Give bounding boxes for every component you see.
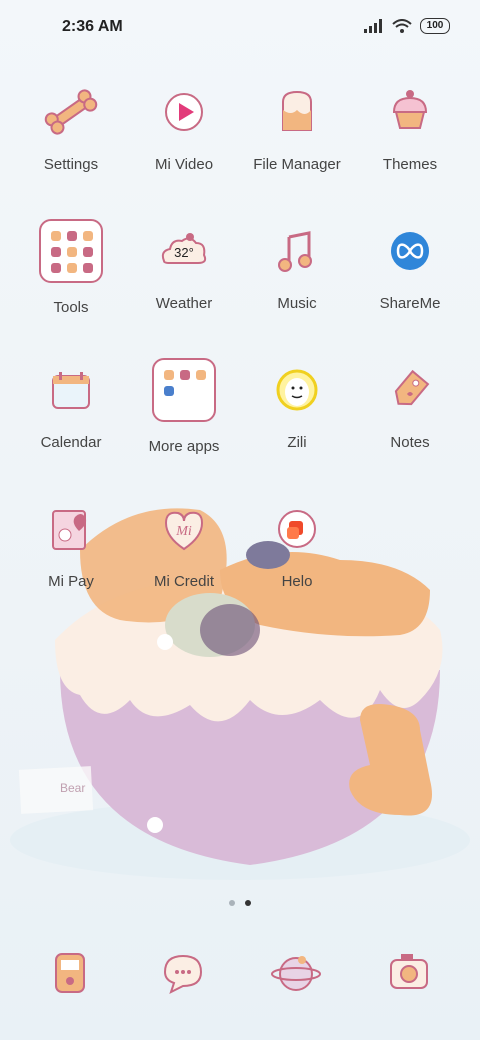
music-note-icon <box>261 215 333 287</box>
battery-indicator: 100 <box>420 18 450 34</box>
status-icons: 100 <box>364 18 450 34</box>
app-mi-pay[interactable]: Mi Pay <box>15 493 127 603</box>
status-time: 2:36 AM <box>62 18 123 35</box>
app-music[interactable]: Music <box>241 215 353 325</box>
browser-icon[interactable] <box>260 936 332 1008</box>
app-shareme[interactable]: ShareMe <box>354 215 466 325</box>
app-label: Music <box>277 295 317 312</box>
app-mi-video[interactable]: Mi Video <box>128 76 240 186</box>
dock <box>0 936 480 1016</box>
app-notes[interactable]: Notes <box>354 354 466 464</box>
folder-mini-app-icon <box>164 370 174 380</box>
cloud-icon: 32° <box>148 215 220 287</box>
page-dot-1[interactable] <box>229 900 235 906</box>
svg-text:32°: 32° <box>174 245 194 260</box>
page-dot-2[interactable] <box>245 900 251 906</box>
folder-mini-app-icon <box>196 370 206 380</box>
app-label: Calendar <box>40 434 102 451</box>
app-helo[interactable]: Helo <box>241 493 353 603</box>
bear-tag-text: Bear <box>60 781 85 795</box>
folder-icon <box>148 358 220 430</box>
signal-icon <box>364 19 382 33</box>
folder-mini-app-icon <box>67 247 77 257</box>
smiley-icon <box>261 354 333 426</box>
svg-text:Mi: Mi <box>175 524 192 539</box>
folder-icon <box>35 219 107 291</box>
phone-icon[interactable] <box>34 936 106 1008</box>
infinity-icon <box>374 215 446 287</box>
app-label: Themes <box>382 156 438 173</box>
folder-mini-app-icon <box>83 247 93 257</box>
card-heart-icon <box>35 493 107 565</box>
app-zili[interactable]: Zili <box>241 354 353 464</box>
folder-mini-app-icon <box>51 231 61 241</box>
chat-icon <box>261 493 333 565</box>
folder-mini-app-icon <box>67 231 77 241</box>
play-icon <box>148 76 220 148</box>
app-settings[interactable]: Settings <box>15 76 127 186</box>
toast-icon <box>261 76 333 148</box>
app-themes[interactable]: Themes <box>354 76 466 186</box>
status-bar: 2:36 AM 100 <box>0 0 480 56</box>
app-more-apps[interactable]: More apps <box>128 354 240 464</box>
mi-credit-icon: Mi <box>148 493 220 565</box>
folder-mini-app-icon <box>51 263 61 273</box>
app-calendar[interactable]: Calendar <box>15 354 127 464</box>
app-label: Mi Pay <box>48 573 94 590</box>
folder-mini-app-icon <box>83 263 93 273</box>
app-tools[interactable]: Tools <box>15 215 127 325</box>
folder-mini-app-icon <box>180 370 190 380</box>
folder-mini-app-icon <box>51 247 61 257</box>
app-label: File Manager <box>253 156 341 173</box>
bone-icon <box>35 76 107 148</box>
folder-mini-app-icon <box>67 263 77 273</box>
app-weather[interactable]: 32° Weather <box>128 215 240 325</box>
app-label: Zili <box>287 434 307 451</box>
app-label: Weather <box>155 295 213 312</box>
app-label: More apps <box>148 438 220 455</box>
folder-mini-app-icon <box>83 231 93 241</box>
app-label: Notes <box>390 434 430 451</box>
cupcake-icon <box>374 76 446 148</box>
app-label: Tools <box>53 299 89 316</box>
app-label: Mi Credit <box>153 573 214 590</box>
app-label: ShareMe <box>379 295 441 312</box>
app-label: Settings <box>43 156 99 173</box>
app-mi-credit[interactable]: Mi Mi Credit <box>128 493 240 603</box>
calendar-icon <box>35 354 107 426</box>
app-label: Helo <box>281 573 313 590</box>
tag-icon <box>374 354 446 426</box>
page-indicator <box>0 900 480 906</box>
folder-mini-app-icon <box>164 386 174 396</box>
camera-icon[interactable] <box>373 936 445 1008</box>
app-file-manager[interactable]: File Manager <box>241 76 353 186</box>
wifi-icon <box>392 19 412 33</box>
app-label: Mi Video <box>154 156 214 173</box>
messages-icon[interactable] <box>147 936 219 1008</box>
